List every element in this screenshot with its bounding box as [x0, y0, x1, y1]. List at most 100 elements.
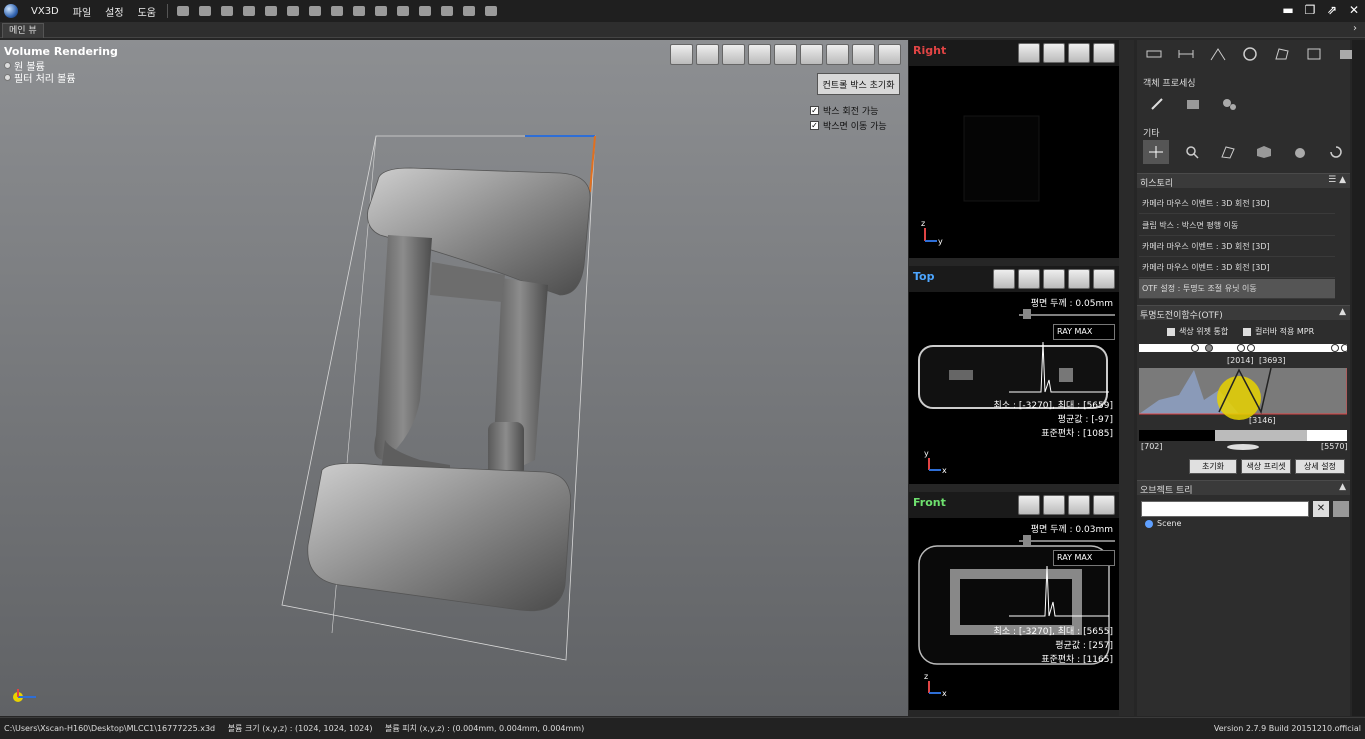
zoom-icon[interactable]	[1179, 140, 1205, 164]
layers-icon[interactable]	[372, 3, 390, 19]
close-icon[interactable]: ✕	[1347, 3, 1361, 17]
slice-tool-button[interactable]	[1043, 43, 1065, 63]
status-version: Version 2.7.9 Build 20151210.official	[1213, 724, 1361, 733]
save-icon[interactable]	[262, 3, 280, 19]
history-item[interactable]: 카메라 마우스 이벤트 : 3D 회전 [3D]	[1139, 194, 1335, 214]
gears-icon[interactable]	[1217, 94, 1241, 114]
angle-icon[interactable]	[1209, 46, 1227, 62]
slice-view-right[interactable]: Right zy	[909, 40, 1119, 258]
note-icon[interactable]	[1305, 46, 1323, 62]
fit-1to1-button[interactable]	[993, 269, 1015, 289]
slice-scrollbar[interactable]	[1119, 40, 1134, 716]
otf-colorbar-mpr-checkbox[interactable]: 컬러바 적용 MPR	[1243, 326, 1314, 337]
otf-color-widget-checkbox[interactable]: 색상 위젯 통합	[1167, 326, 1228, 337]
stat-std: 표준편차 : [1085]	[1041, 429, 1113, 439]
import-icon[interactable]	[240, 3, 258, 19]
grid-icon[interactable]	[394, 3, 412, 19]
history-item[interactable]: 카메라 마우스 이벤트 : 3D 회전 [3D]	[1139, 237, 1335, 257]
slice-view-top[interactable]: Top 평면 두께 : 0.05mm yx RAY MAX 최소 : [-327…	[909, 266, 1119, 484]
tab-bar: 메인 뷰 ›	[0, 22, 1365, 38]
fit-1to1-button[interactable]	[1018, 43, 1040, 63]
object-tree-search-input[interactable]	[1141, 501, 1309, 517]
tab-scroll-icon[interactable]: ›	[1353, 23, 1357, 34]
collapse-icon[interactable]: ☰ ▲	[1328, 175, 1346, 185]
slice-toolbar	[1018, 495, 1115, 515]
render-mode-select[interactable]: RAY MAX	[1053, 324, 1115, 340]
menu-settings[interactable]: 설정	[98, 4, 130, 19]
slice-tool-button[interactable]	[1068, 43, 1090, 63]
svg-text:y: y	[924, 449, 929, 458]
collapse-icon[interactable]: ▲	[1339, 307, 1346, 317]
history-item[interactable]: 카메라 마우스 이벤트 : 3D 회전 [3D]	[1139, 258, 1335, 278]
sphere-icon[interactable]	[350, 3, 368, 19]
axis-gizmo-icon: zy	[921, 219, 943, 246]
tree-item-scene[interactable]: Scene	[1145, 519, 1181, 528]
otf-detail-settings-button[interactable]: 상세 설정	[1295, 459, 1345, 474]
thickness-slider-handle	[1023, 309, 1031, 319]
slice-tool-button[interactable]	[1043, 269, 1065, 289]
slice-view-front[interactable]: Front 평면 두께 : 0.03mm zx RAY MAX 최소 : [-3…	[909, 492, 1119, 710]
slice-tool-button[interactable]	[1018, 269, 1040, 289]
circle-icon[interactable]	[1241, 46, 1259, 62]
cube-icon[interactable]	[1251, 140, 1277, 164]
status-file-path: C:\Users\Xscan-H160\Desktop\MLCC1\167772…	[4, 724, 216, 733]
open-icon[interactable]	[218, 3, 236, 19]
plane-icon[interactable]	[1215, 140, 1241, 164]
volume-render-object[interactable]	[0, 40, 908, 716]
brush-icon[interactable]	[1145, 94, 1169, 114]
history-header: 히스토리 ☰ ▲	[1137, 173, 1350, 189]
distance-icon[interactable]	[1177, 46, 1195, 62]
otf-label-max: [5570]	[1321, 442, 1348, 451]
maximize-button[interactable]	[1093, 495, 1115, 515]
fit-1to1-button[interactable]	[1018, 495, 1040, 515]
clear-search-icon[interactable]: ✕	[1313, 501, 1329, 517]
slice-render: zx	[918, 535, 1115, 698]
image-process-icon[interactable]	[1181, 94, 1205, 114]
otf-reset-button[interactable]: 초기화	[1189, 459, 1237, 474]
slice-tool-button[interactable]	[1068, 495, 1090, 515]
volume-rendering-view[interactable]: Volume Rendering 원 볼륨 필터 처리 볼륨 컨트롤 박스 초기…	[0, 40, 908, 716]
crosshair-icon[interactable]	[1143, 140, 1169, 164]
popout-icon[interactable]: ⇗	[1325, 3, 1339, 17]
checkbox-icon	[1243, 327, 1251, 336]
camera-icon[interactable]	[328, 3, 346, 19]
document-icon[interactable]	[482, 3, 500, 19]
render-mode-select[interactable]: RAY MAX	[1053, 550, 1115, 566]
reset-icon[interactable]	[1323, 140, 1349, 164]
menu-help[interactable]: 도움	[131, 4, 163, 19]
slice-image[interactable]: 평면 두께 : 0.05mm yx RAY MAX 최소 : [-3270], …	[909, 292, 1119, 484]
slice-tool-button[interactable]	[1068, 269, 1090, 289]
slice-image[interactable]: 평면 두께 : 0.03mm zx RAY MAX 최소 : [-3270], …	[909, 518, 1119, 710]
measure-icon[interactable]	[284, 3, 302, 19]
export-icon[interactable]	[438, 3, 456, 19]
ruler-icon[interactable]	[1145, 46, 1163, 62]
sphere-tool-icon[interactable]	[1287, 140, 1313, 164]
history-item-selected[interactable]: OTF 설정 : 투명도 조절 유닛 이동	[1139, 279, 1335, 299]
slice-toolbar	[993, 269, 1115, 289]
maximize-button[interactable]	[1093, 269, 1115, 289]
slice-title: Front	[913, 496, 946, 509]
slice-toolbar	[1018, 43, 1115, 63]
stat-mean: 평균값 : [257]	[1055, 641, 1113, 651]
collapse-icon[interactable]: ▲	[1339, 482, 1346, 492]
history-item[interactable]: 클립 박스 : 박스면 평행 이동	[1139, 216, 1335, 236]
slice-image[interactable]: zy	[909, 66, 1119, 258]
globe-icon[interactable]	[306, 3, 324, 19]
polygon-icon[interactable]	[1273, 46, 1291, 62]
maximize-button[interactable]	[1093, 43, 1115, 63]
otf-color-preset-button[interactable]: 색상 프리셋	[1241, 459, 1291, 474]
dots-icon[interactable]	[416, 3, 434, 19]
panel-scrollbar[interactable]	[1352, 40, 1365, 716]
checkbox-icon	[1167, 327, 1175, 336]
redo-icon[interactable]	[196, 3, 214, 19]
print-icon[interactable]	[460, 3, 478, 19]
otf-label-c: [3146]	[1249, 416, 1276, 425]
undo-icon[interactable]	[174, 3, 192, 19]
minimize-icon[interactable]: ▬	[1281, 3, 1295, 17]
menu-file[interactable]: 파일	[66, 4, 98, 19]
slice-tool-button[interactable]	[1043, 495, 1065, 515]
restore-icon[interactable]: ❐	[1303, 3, 1317, 17]
tree-options-icon[interactable]	[1333, 501, 1349, 517]
stat-minmax: 최소 : [-3270], 최대 : [5659]	[993, 401, 1113, 411]
tab-main-view[interactable]: 메인 뷰	[2, 23, 44, 38]
